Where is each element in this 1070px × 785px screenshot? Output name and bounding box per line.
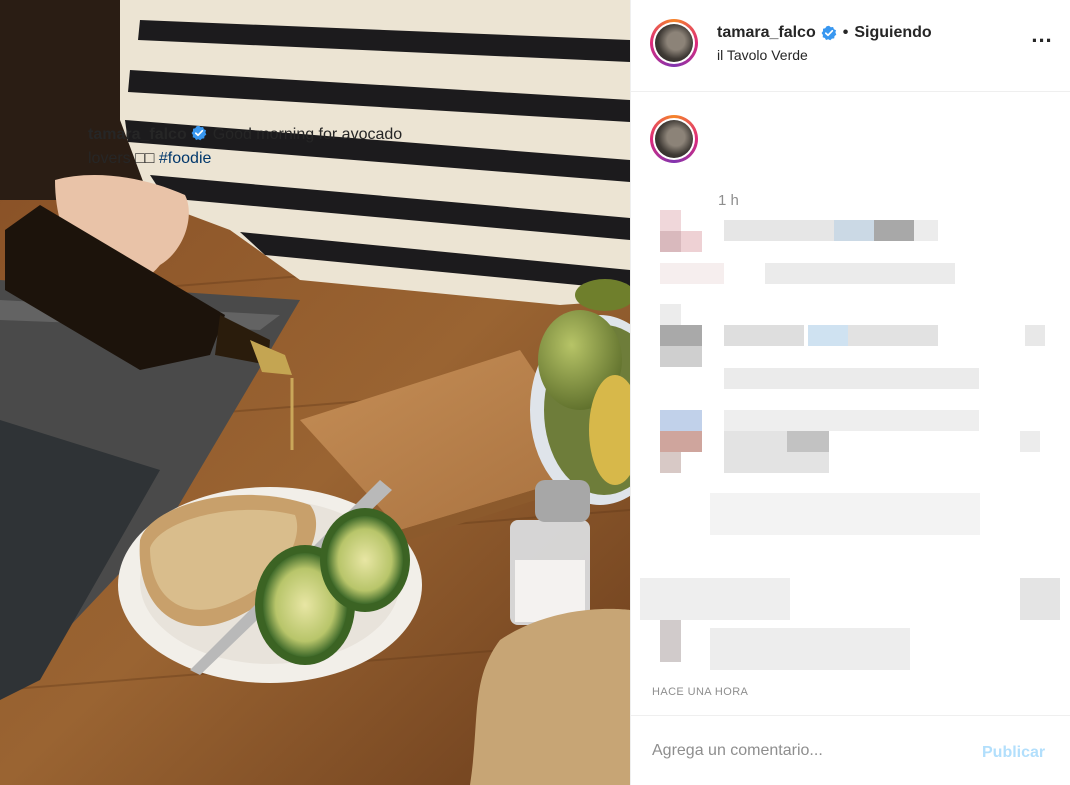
post-date[interactable]: HACE UNA HORA bbox=[652, 686, 748, 698]
verified-badge-icon bbox=[191, 125, 207, 141]
post-header: tamara_falco • Siguiendo il Tavolo Verde… bbox=[631, 0, 1070, 92]
author-line: tamara_falco • Siguiendo bbox=[717, 24, 932, 42]
header-separator: • bbox=[842, 24, 849, 41]
blurred-comments bbox=[630, 208, 1070, 678]
author-username[interactable]: tamara_falco bbox=[717, 24, 816, 42]
author-avatar[interactable] bbox=[650, 19, 698, 67]
caption-timestamp[interactable]: 1 h bbox=[718, 192, 739, 209]
comment-input[interactable] bbox=[652, 742, 952, 760]
caption-username[interactable]: tamara_falco bbox=[88, 126, 187, 143]
caption-text: tamara_falco Good morning for avocado lov… bbox=[88, 123, 408, 171]
post-location[interactable]: il Tavolo Verde bbox=[717, 47, 808, 63]
publish-button[interactable]: Publicar bbox=[982, 744, 1045, 762]
comment-bar: Publicar bbox=[630, 715, 1070, 785]
caption-avatar[interactable] bbox=[650, 115, 698, 163]
caption-block bbox=[631, 93, 1070, 211]
hashtag-link[interactable]: #foodie bbox=[159, 150, 212, 167]
post-photo[interactable] bbox=[0, 0, 630, 785]
post-photo-illustration bbox=[0, 0, 630, 785]
more-options-icon[interactable]: ... bbox=[1029, 24, 1055, 50]
verified-badge-icon bbox=[821, 25, 837, 41]
following-button[interactable]: Siguiendo bbox=[854, 24, 931, 42]
